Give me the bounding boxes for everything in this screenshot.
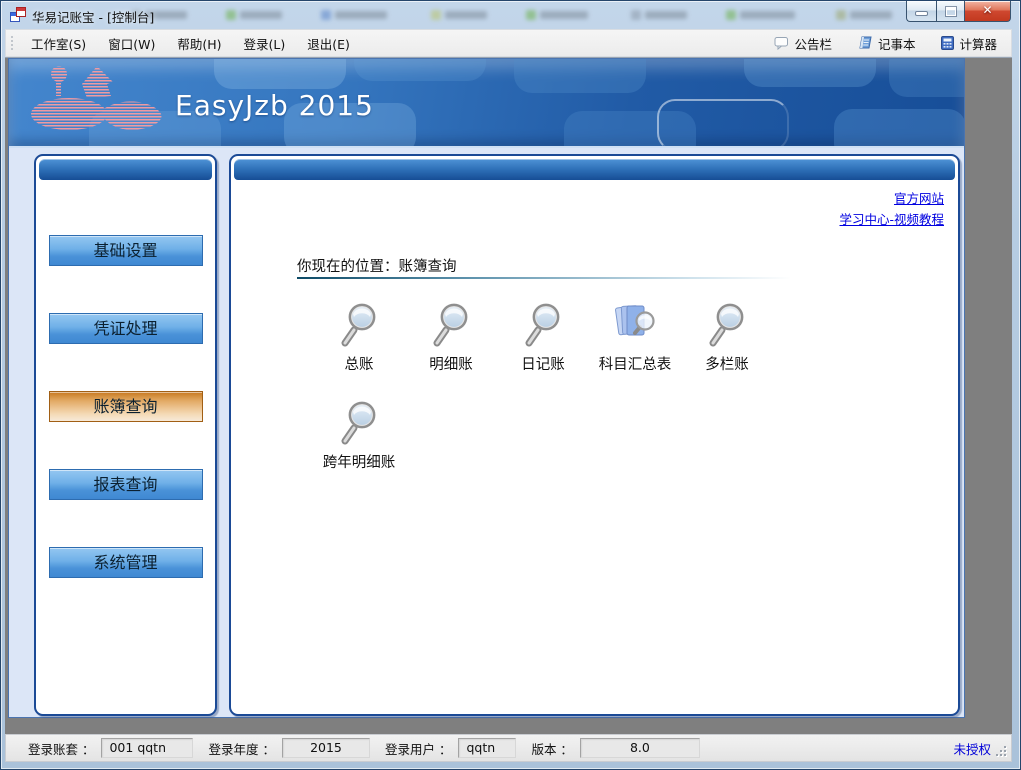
notepad-icon (858, 36, 873, 50)
close-icon: ✕ (965, 3, 1010, 17)
shortcut-cross-year-detail-ledger[interactable]: 跨年明细账 (313, 394, 405, 492)
link-official-site[interactable]: 官方网站 (839, 188, 944, 209)
sidebar-item-voucher-processing[interactable]: 凭证处理 (49, 313, 203, 344)
app-icon[interactable] (10, 7, 26, 22)
breadcrumb: 你现在的位置：账簿查询 (297, 255, 457, 276)
app-window: 华易记账宝 - [控制台] ✕ 工作室(S) 窗口(W) 帮助(H) 登录(L)… (0, 0, 1021, 770)
main-header-bar (234, 159, 955, 180)
magnifier-icon (337, 302, 381, 348)
restore-icon (946, 7, 956, 16)
menu-grip[interactable] (10, 35, 14, 51)
shortcut-multi-column-ledger[interactable]: 多栏账 (681, 296, 773, 394)
banner-tile (744, 59, 876, 87)
magnifier-icon (337, 400, 381, 446)
resize-grip-icon[interactable] (995, 745, 1008, 758)
shortcut-subject-summary[interactable]: 科目汇总表 (589, 296, 681, 394)
menu-exit[interactable]: 退出(E) (296, 29, 361, 58)
sidebar-header-bar (39, 159, 212, 180)
minimize-icon (916, 12, 927, 15)
restore-button[interactable] (936, 1, 965, 22)
status-account-set-label: 登录账套 ： (28, 739, 94, 758)
banner-tile (657, 99, 789, 148)
title-bar[interactable]: 华易记账宝 - [控制台] ✕ (1, 1, 1020, 29)
tool-calculator-label: 计算器 (959, 34, 997, 53)
menu-window[interactable]: 窗口(W) (97, 29, 166, 58)
banner-tile (834, 109, 964, 148)
calculator-icon (941, 36, 954, 50)
minimize-button[interactable] (906, 1, 936, 22)
status-year-label: 登录年度 ： (208, 739, 274, 758)
status-version-value: 8.0 (580, 738, 700, 758)
tool-bulletin[interactable]: 公告栏 (774, 34, 832, 53)
tool-notepad-label: 记事本 (878, 34, 916, 53)
banner-tile (514, 59, 646, 93)
window-title: 华易记账宝 - [控制台] (32, 7, 154, 26)
status-user-label: 登录用户 ： (385, 739, 451, 758)
magnifier-icon (705, 302, 749, 348)
status-user-value: qqtn (458, 738, 516, 758)
banner-tile (889, 59, 964, 97)
magnifier-icon (521, 302, 565, 348)
breadcrumb-divider (297, 277, 791, 279)
close-button[interactable]: ✕ (965, 1, 1011, 22)
console-window: EasyJzb 2015 基础设置 凭证处理 账簿查询 报表查询 系统管理 官方… (8, 58, 965, 718)
shortcut-label: 多栏账 (681, 353, 773, 374)
product-title: EasyJzb 2015 (175, 89, 374, 122)
shortcut-label: 总账 (313, 353, 405, 374)
shortcut-general-ledger[interactable]: 总账 (313, 296, 405, 394)
shortcut-label: 明细账 (405, 353, 497, 374)
tool-notepad[interactable]: 记事本 (858, 34, 916, 53)
tool-bulletin-label: 公告栏 (794, 34, 832, 53)
menu-help[interactable]: 帮助(H) (166, 29, 232, 58)
shortcut-grid: 总账 明细账 日记账 科目汇总表 (313, 296, 775, 492)
sidebar-panel: 基础设置 凭证处理 账簿查询 报表查询 系统管理 (34, 154, 217, 716)
sidebar-item-basic-settings[interactable]: 基础设置 (49, 235, 203, 266)
banner-tile (354, 59, 486, 81)
shortcut-label: 科目汇总表 (589, 353, 681, 374)
background-artifacts (131, 6, 900, 24)
license-status: 未授权 (953, 739, 991, 758)
menu-workroom[interactable]: 工作室(S) (20, 29, 97, 58)
link-learning-center[interactable]: 学习中心-视频教程 (839, 209, 944, 230)
magnifier-icon (429, 302, 473, 348)
sidebar-item-report-query[interactable]: 报表查询 (49, 469, 203, 500)
banner-tile (214, 59, 346, 89)
sidebar-item-ledger-query[interactable]: 账簿查询 (49, 391, 203, 422)
shortcut-journal[interactable]: 日记账 (497, 296, 589, 394)
tool-calculator[interactable]: 计算器 (941, 34, 997, 53)
banner: EasyJzb 2015 (9, 59, 964, 148)
subject-summary-icon (613, 302, 657, 348)
mdi-background: EasyJzb 2015 基础设置 凭证处理 账簿查询 报表查询 系统管理 官方… (5, 57, 1012, 734)
shortcut-label: 日记账 (497, 353, 589, 374)
menu-login[interactable]: 登录(L) (232, 29, 296, 58)
status-bar: 登录账套 ： 001 qqtn 登录年度 ： 2015 登录用户 ： qqtn … (5, 734, 1012, 762)
menu-bar: 工作室(S) 窗口(W) 帮助(H) 登录(L) 退出(E) 公告栏 记事本 计… (5, 29, 1012, 57)
status-version-label: 版本 ： (531, 739, 572, 758)
shortcut-detail-ledger[interactable]: 明细账 (405, 296, 497, 394)
announcement-icon (774, 36, 789, 50)
main-panel: 官方网站 学习中心-视频教程 你现在的位置：账簿查询 总账 明细账 (229, 154, 960, 716)
sidebar-item-system-management[interactable]: 系统管理 (49, 547, 203, 578)
status-year-value: 2015 (282, 738, 370, 758)
shortcut-label: 跨年明细账 (313, 451, 405, 472)
brand-logo (27, 62, 177, 146)
status-account-set-value: 001 qqtn (101, 738, 193, 758)
